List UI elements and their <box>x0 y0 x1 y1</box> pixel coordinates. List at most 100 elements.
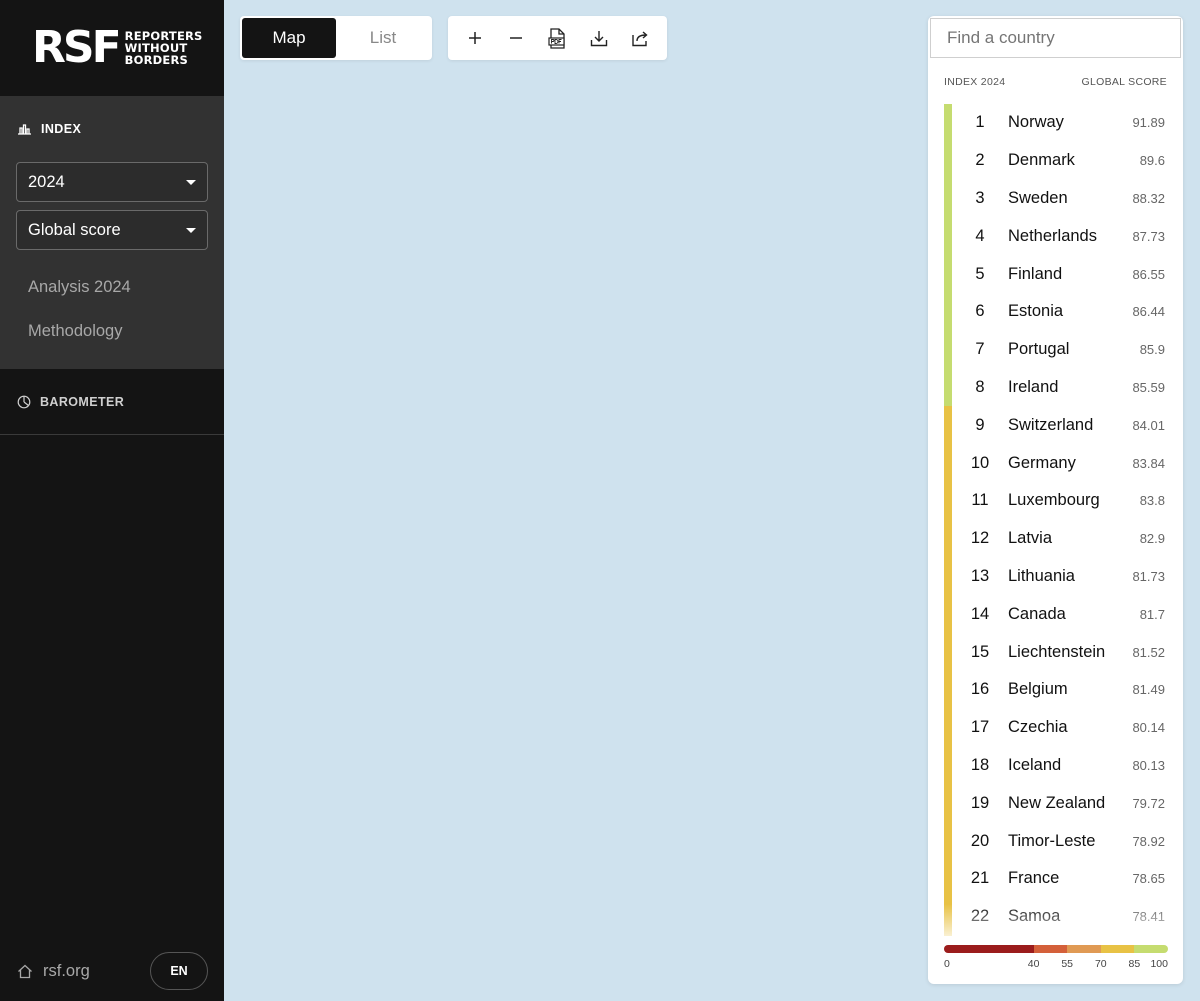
rank-number: 22 <box>970 907 990 926</box>
zoom-in-button[interactable] <box>457 20 493 56</box>
score-heading: GLOBAL SCORE <box>1081 76 1167 88</box>
table-row[interactable]: 22 Samoa 78.41 <box>928 897 1183 936</box>
rsf-site-link[interactable]: rsf.org <box>17 962 90 981</box>
table-row[interactable]: 11 Luxembourg 83.8 <box>928 481 1183 520</box>
table-row[interactable]: 20 Timor-Leste 78.92 <box>928 822 1183 860</box>
tab-map[interactable]: Map <box>242 18 336 58</box>
score-color-bar <box>944 897 952 936</box>
rank-number: 13 <box>970 566 990 585</box>
table-row[interactable]: 16 Belgium 81.49 <box>928 670 1183 709</box>
country-score: 87.73 <box>1132 228 1165 244</box>
download-button[interactable] <box>581 20 617 56</box>
view-toggle: Map List <box>240 16 432 60</box>
legend-tick-label: 55 <box>1061 958 1074 970</box>
table-row[interactable]: 7 Portugal 85.9 <box>928 330 1183 369</box>
rsf-logo[interactable]: RSF REPORTERS WITHOUT BORDERS <box>0 0 224 96</box>
zoom-out-button[interactable] <box>498 20 534 56</box>
country-name: Lithuania <box>1008 566 1075 585</box>
legend-ticks: 0 40 55 70 85 100 <box>944 958 1168 972</box>
year-select[interactable]: 2024 <box>16 162 208 202</box>
country-name: Ireland <box>1008 377 1059 396</box>
table-row[interactable]: 5 Finland 86.55 <box>928 255 1183 293</box>
country-name: New Zealand <box>1008 793 1106 812</box>
index-section-header[interactable]: INDEX <box>0 96 224 162</box>
country-name: Timor-Leste <box>1008 831 1096 850</box>
home-icon <box>18 964 32 978</box>
table-row[interactable]: 12 Latvia 82.9 <box>928 519 1183 558</box>
table-row[interactable]: 6 Estonia 86.44 <box>928 292 1183 331</box>
minus-icon <box>510 37 523 39</box>
score-color-bar <box>944 633 952 671</box>
country-name: Germany <box>1008 453 1076 472</box>
country-score: 83.8 <box>1139 493 1165 509</box>
table-row[interactable]: 15 Liechtenstein 81.52 <box>928 633 1183 671</box>
country-score: 91.89 <box>1132 115 1165 131</box>
pdf-button[interactable] <box>539 20 575 56</box>
table-row[interactable]: 14 Canada 81.7 <box>928 595 1183 634</box>
table-row[interactable]: 8 Ireland 85.59 <box>928 368 1183 407</box>
legend-tick-label: 70 <box>1094 958 1107 970</box>
score-color-bar <box>944 444 952 482</box>
logo-text: REPORTERS WITHOUT BORDERS <box>125 30 224 66</box>
table-row[interactable]: 19 New Zealand 79.72 <box>928 784 1183 823</box>
country-score: 86.55 <box>1132 266 1165 282</box>
score-color-bar <box>944 141 952 180</box>
tab-list[interactable]: List <box>336 18 430 58</box>
rank-number: 4 <box>975 226 985 245</box>
country-score: 81.49 <box>1132 682 1165 698</box>
rank-number: 21 <box>970 869 990 888</box>
legend-segment <box>1134 945 1168 953</box>
table-row[interactable]: 2 Denmark 89.6 <box>928 141 1183 180</box>
country-name: Samoa <box>1008 907 1061 926</box>
country-score: 85.9 <box>1139 342 1165 358</box>
country-score: 84.01 <box>1132 417 1165 433</box>
ranking-header: INDEX 2024 GLOBAL SCORE <box>928 76 1183 90</box>
country-name: Liechtenstein <box>1008 642 1106 661</box>
rank-number: 16 <box>970 680 990 699</box>
table-row[interactable]: 3 Sweden 88.32 <box>928 179 1183 218</box>
index-label: INDEX <box>41 122 82 136</box>
country-score: 81.52 <box>1132 644 1165 660</box>
score-color-bar <box>944 217 952 256</box>
table-row[interactable]: 1 Norway 91.89 <box>928 104 1183 142</box>
table-row[interactable]: 18 Iceland 80.13 <box>928 746 1183 785</box>
score-color-bar <box>944 179 952 218</box>
score-color-bar <box>944 481 952 520</box>
country-score: 89.6 <box>1139 153 1165 169</box>
methodology-link[interactable]: Methodology <box>0 320 224 364</box>
rank-number: 2 <box>975 151 985 170</box>
country-score: 78.92 <box>1132 833 1165 849</box>
table-row[interactable]: 10 Germany 83.84 <box>928 444 1183 482</box>
table-row[interactable]: 21 France 78.65 <box>928 859 1183 898</box>
barometer-section-header[interactable]: BAROMETER <box>0 369 224 435</box>
legend-segment <box>1100 945 1135 953</box>
rank-number: 3 <box>975 188 985 207</box>
index-sub-links: Analysis 2024 Methodology <box>0 258 224 364</box>
table-row[interactable]: 9 Switzerland 84.01 <box>928 406 1183 445</box>
language-button[interactable]: EN <box>150 952 208 990</box>
legend-tick-label: 40 <box>1027 958 1040 970</box>
country-score: 86.44 <box>1132 304 1165 320</box>
legend-segment <box>944 945 1034 953</box>
share-icon <box>632 30 648 46</box>
table-row[interactable]: 17 Czechia 80.14 <box>928 708 1183 747</box>
metric-select[interactable]: Global score <box>16 210 208 250</box>
ranking-list[interactable]: 1 Norway 91.89 2 Denmark 89.6 3 Sweden 88.32 4 Net… <box>928 104 1183 940</box>
rank-number: 9 <box>975 415 985 434</box>
analysis-link[interactable]: Analysis 2024 <box>0 276 224 320</box>
country-name: Finland <box>1008 264 1063 283</box>
score-color-bar <box>944 746 952 785</box>
table-row[interactable]: 13 Lithuania 81.73 <box>928 557 1183 596</box>
rank-number: 12 <box>970 529 990 548</box>
legend-segment <box>1067 945 1101 953</box>
share-button[interactable] <box>622 20 658 56</box>
country-search-input[interactable] <box>930 18 1181 58</box>
country-name: Iceland <box>1008 755 1062 774</box>
country-name: Norway <box>1008 113 1064 132</box>
download-icon <box>590 30 608 46</box>
table-row[interactable]: 4 Netherlands 87.73 <box>928 217 1183 256</box>
country-name: Czechia <box>1008 718 1068 737</box>
rank-number: 5 <box>975 264 985 283</box>
country-name: Netherlands <box>1008 226 1097 245</box>
sidebar: RSF REPORTERS WITHOUT BORDERS INDEX 2024… <box>0 0 224 1001</box>
